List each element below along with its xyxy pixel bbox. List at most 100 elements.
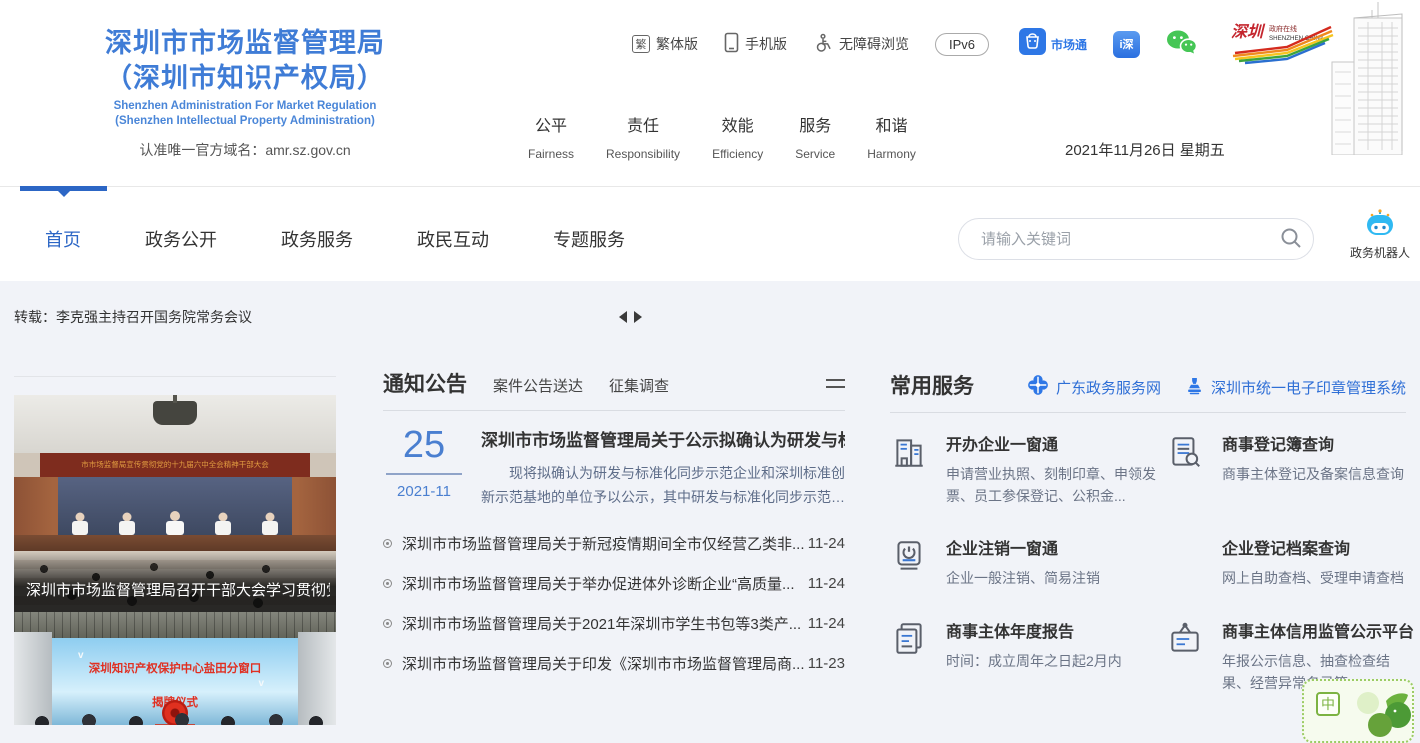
e-seal-system-label: 深圳市统一电子印章管理系统 (1211, 377, 1406, 398)
services-divider (890, 412, 1406, 413)
service-desc: 时间：成立周年之日起2月内 (946, 651, 1122, 673)
nav-item-special-services[interactable]: 专题服务 (553, 226, 625, 252)
service-open-company[interactable]: 开办企业一窗通 申请营业执照、刻制印章、申领发票、员工参保登记、公积金... (890, 431, 1166, 507)
notice-list-item[interactable]: 深圳市市场监督管理局关于2021年深圳市学生书包等3类产... 11-24 (383, 603, 845, 643)
service-title[interactable]: 开办企业一窗通 (946, 431, 1166, 455)
wheelchair-icon (813, 33, 833, 56)
bullet-icon (383, 659, 392, 668)
carousel-slide-ceremony[interactable]: v v 深圳知识产权保护中心盐田分窗口 揭牌仪式 (14, 612, 336, 725)
gd-gov-service-link[interactable]: 广东政务服务网 (1027, 374, 1161, 400)
featured-date-month: 2021-11 (383, 483, 465, 500)
bullet-icon (383, 619, 392, 628)
featured-notice[interactable]: 25 2021-11 深圳市市场监督管理局关于公示拟确认为研发与标... 现将拟… (383, 426, 845, 509)
values-row: 公平 Fairness 责任 Responsibility 效能 Efficie… (528, 112, 948, 161)
featured-date-day: 25 (383, 426, 465, 466)
mobile-label: 手机版 (745, 34, 787, 54)
notice-item-date: 11-23 (808, 655, 845, 672)
value-en: Fairness (528, 147, 574, 161)
gov-robot-button[interactable]: 政务机器人 (1350, 209, 1410, 261)
value-en: Efficiency (712, 147, 763, 161)
seal-icon (1185, 376, 1204, 399)
header: 深圳市市场监督管理局 （深圳市知识产权局） Shenzhen Administr… (0, 0, 1420, 186)
site-title-line2: （深圳市知识产权局） (30, 61, 460, 96)
float-widget-char: 中 (1316, 692, 1340, 716)
tab-case-announcements[interactable]: 案件公告送达 (493, 375, 583, 396)
ipv6-badge[interactable]: IPv6 (935, 33, 989, 56)
wechat-icon (1166, 29, 1197, 60)
notices-section: 通知公告 案件公告送达 征集调查 25 2021-11 深圳市市场监督管理局关于… (383, 360, 845, 683)
archive-search-icon-empty (1166, 535, 1206, 590)
site-logo[interactable]: 深圳市市场监督管理局 （深圳市知识产权局） Shenzhen Administr… (30, 26, 460, 160)
ticker-prev-icon[interactable] (619, 311, 627, 323)
notice-list-item[interactable]: 深圳市市场监督管理局关于举办促进体外诊断企业“高质量... 11-24 (383, 563, 845, 603)
notice-item-date: 11-24 (808, 535, 845, 552)
accessibility-link[interactable]: 无障碍浏览 (813, 33, 909, 56)
value-efficiency: 效能 Efficiency (712, 112, 763, 161)
service-title[interactable]: 商事登记簿查询 (1222, 431, 1404, 455)
notice-item-title[interactable]: 深圳市市场监督管理局关于举办促进体外诊断企业“高质量... (402, 573, 808, 594)
notice-list-item[interactable]: 深圳市市场监督管理局关于印发《深圳市市场监督管理局商... 11-23 (383, 643, 845, 683)
traditional-version-link[interactable]: 繁 繁体版 (632, 34, 698, 54)
site-title-en-line2: (Shenzhen Intellectual Property Administ… (30, 114, 460, 128)
notice-item-title[interactable]: 深圳市市场监督管理局关于印发《深圳市市场监督管理局商... (402, 653, 808, 674)
slide1-projector (153, 401, 197, 425)
company-open-icon (890, 431, 930, 507)
official-domain-note: 认准唯一官方域名：amr.sz.gov.cn (30, 140, 460, 160)
current-date: 2021年11月26日 星期五 (1065, 139, 1225, 160)
featured-date-rule (386, 473, 462, 475)
nav-item-gov-info[interactable]: 政务公开 (145, 226, 217, 252)
notice-item-title[interactable]: 深圳市市场监督管理局关于新冠疫情期间全市仅经营乙类非... (402, 533, 808, 554)
utility-bar: 繁 繁体版 手机版 无障碍浏览 IPv6 市场通 i深 (632, 30, 1337, 58)
wechat-link[interactable] (1166, 29, 1197, 60)
slide2-ceiling (14, 612, 336, 638)
bullet-icon (383, 539, 392, 548)
mobile-version-link[interactable]: 手机版 (724, 32, 787, 56)
service-register-search[interactable]: 商事登记簿查询 商事主体登记及备案信息查询 (1166, 431, 1406, 507)
nav-item-home[interactable]: 首页 (45, 226, 81, 252)
value-responsibility: 责任 Responsibility (606, 112, 680, 161)
search-button[interactable] (1269, 219, 1313, 259)
notice-list-item[interactable]: 深圳市市场监督管理局关于新冠疫情期间全市仅经营乙类非... 11-24 (383, 523, 845, 563)
service-close-company[interactable]: 企业注销一窗通 企业一般注销、简易注销 (890, 535, 1166, 590)
site-title-line1: 深圳市市场监督管理局 (30, 26, 460, 61)
shichangtong-app-link[interactable]: 市场通 (1019, 28, 1087, 60)
e-seal-system-link[interactable]: 深圳市统一电子印章管理系统 (1185, 374, 1406, 400)
slide1-caption-text[interactable]: 深圳市市场监督管理局召开干部大会学习贯彻党的十... (26, 579, 330, 600)
value-harmony: 和谐 Harmony (867, 112, 916, 161)
float-widget[interactable]: 中 (1302, 679, 1414, 743)
bullet-icon (383, 579, 392, 588)
register-search-icon (1166, 431, 1206, 507)
service-title[interactable]: 商事主体年度报告 (946, 618, 1122, 642)
search-input[interactable] (959, 231, 1269, 248)
service-title[interactable]: 企业登记档案查询 (1222, 535, 1404, 559)
service-title[interactable]: 商事主体信用监管公示平台 (1222, 618, 1414, 642)
ishenzhen-app-link[interactable]: i深 (1113, 31, 1140, 58)
nav-item-gov-services[interactable]: 政务服务 (281, 226, 353, 252)
service-desc: 商事主体登记及备案信息查询 (1222, 464, 1404, 486)
value-fairness: 公平 Fairness (528, 112, 574, 161)
notices-more-icon[interactable] (826, 373, 845, 393)
value-cn: 责任 (606, 112, 680, 136)
service-desc: 申请营业执照、刻制印章、申领发票、员工参保登记、公积金... (946, 464, 1166, 507)
nav-item-interaction[interactable]: 政民互动 (417, 226, 489, 252)
service-archive-search[interactable]: 企业登记档案查询 网上自助查档、受理申请查档 (1166, 535, 1406, 590)
search-box (958, 218, 1314, 260)
ticker-next-icon[interactable] (634, 311, 642, 323)
slide1-banner-text: 市市场监督局宣传贯彻党的十九届六中全会精神干部大会 (40, 453, 310, 477)
carousel-slide-meeting[interactable]: 市市场监督局宣传贯彻党的十九届六中全会精神干部大会 深圳市市场监督管理局召开干部… (14, 395, 336, 612)
accessibility-label: 无障碍浏览 (839, 34, 909, 54)
service-title[interactable]: 企业注销一窗通 (946, 535, 1100, 559)
traditional-label: 繁体版 (656, 34, 698, 54)
services-section: 常用服务 广东政务服务网 深圳市统一电子印章管理系统 开办企业一窗通 申请营业执… (890, 360, 1406, 694)
notice-item-date: 11-24 (808, 575, 845, 592)
sz-script: 深圳 (1231, 23, 1266, 41)
service-annual-report[interactable]: 商事主体年度报告 时间：成立周年之日起2月内 (890, 618, 1166, 694)
tab-surveys[interactable]: 征集调查 (609, 375, 669, 396)
services-grid: 开办企业一窗通 申请营业执照、刻制印章、申领发票、员工参保登记、公积金... 商… (890, 431, 1406, 694)
notice-item-title[interactable]: 深圳市市场监督管理局关于2021年深圳市学生书包等3类产... (402, 613, 808, 634)
featured-notice-title[interactable]: 深圳市市场监督管理局关于公示拟确认为研发与标... (481, 426, 845, 451)
value-cn: 服务 (795, 112, 835, 136)
news-ticker[interactable]: 转载： 李克强主持召开国务院常务会议 (14, 307, 252, 327)
robot-icon (1363, 224, 1397, 241)
ticker-text[interactable]: 李克强主持召开国务院常务会议 (56, 307, 252, 327)
